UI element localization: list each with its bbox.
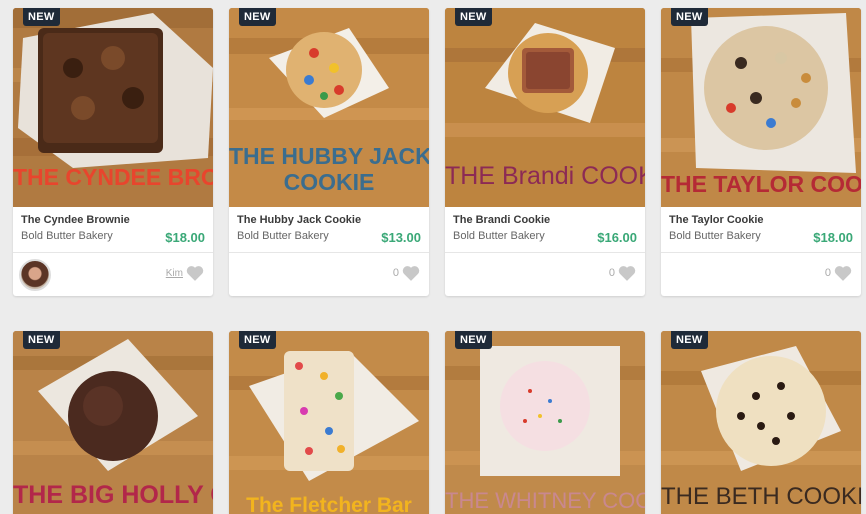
avatar[interactable] <box>19 259 51 291</box>
heart-icon[interactable] <box>834 265 852 281</box>
image-caption: THE Brandi COOKIE <box>445 162 645 190</box>
heart-icon[interactable] <box>186 265 204 281</box>
shop-name[interactable]: Bold Butter Bakery <box>453 230 545 242</box>
product-image[interactable]: THE BIG HOLLY COOKIE NEW <box>13 331 213 514</box>
product-price: $18.00 <box>813 230 853 245</box>
product-image[interactable]: THE CYNDEE BROWNIE NEW <box>13 8 213 207</box>
product-image[interactable]: THE TAYLOR COOKIE NEW <box>661 8 861 207</box>
product-card[interactable]: THE CYNDEE BROWNIE NEW The Cyndee Browni… <box>13 8 213 296</box>
product-price: $13.00 <box>381 230 421 245</box>
product-image[interactable]: THE BETH COOKIE NEW <box>661 331 861 514</box>
product-name[interactable]: The Brandi Cookie <box>453 214 550 226</box>
shop-name[interactable]: Bold Butter Bakery <box>237 230 329 242</box>
product-card[interactable]: THE WHITNEY COOKIE NEW <box>445 331 645 514</box>
product-card[interactable]: The Fletcher Bar NEW <box>229 331 429 514</box>
shop-name[interactable]: Bold Butter Bakery <box>669 230 761 242</box>
heart-icon[interactable] <box>402 265 420 281</box>
product-image[interactable]: THE HUBBY JACK COOKIE NEW <box>229 8 429 207</box>
product-info: The Hubby Jack Cookie Bold Butter Bakery… <box>229 207 429 253</box>
product-price: $16.00 <box>597 230 637 245</box>
favorited-by-link[interactable]: Kim <box>166 268 183 279</box>
new-badge: NEW <box>239 8 276 26</box>
product-card[interactable]: THE TAYLOR COOKIE NEW The Taylor Cookie … <box>661 8 861 296</box>
image-caption: THE CYNDEE BROWNIE <box>13 164 213 190</box>
favorite-count: 0 <box>392 267 399 279</box>
product-info: The Taylor Cookie Bold Butter Bakery $18… <box>661 207 861 253</box>
product-price: $18.00 <box>165 230 205 245</box>
new-badge: NEW <box>671 331 708 349</box>
card-footer: 0 <box>445 253 645 295</box>
card-footer: 0 <box>661 253 861 295</box>
image-caption: THE WHITNEY COOKIE <box>445 488 645 513</box>
image-caption: The Fletcher Bar <box>246 494 412 514</box>
card-footer: Kim <box>13 253 213 295</box>
new-badge: NEW <box>671 8 708 26</box>
product-info: The Cyndee Brownie Bold Butter Bakery $1… <box>13 207 213 253</box>
shop-name[interactable]: Bold Butter Bakery <box>21 230 113 242</box>
product-info: The Brandi Cookie Bold Butter Bakery $16… <box>445 207 645 253</box>
product-image[interactable]: THE WHITNEY COOKIE NEW <box>445 331 645 514</box>
product-image[interactable]: The Fletcher Bar NEW <box>229 331 429 514</box>
new-badge: NEW <box>23 8 60 26</box>
product-image[interactable]: THE Brandi COOKIE NEW <box>445 8 645 207</box>
new-badge: NEW <box>455 8 492 26</box>
product-card[interactable]: THE BETH COOKIE NEW <box>661 331 861 514</box>
favorite-count: 0 <box>608 267 615 279</box>
image-caption: THE HUBBY JACK COOKIE <box>229 143 429 195</box>
favorite-count: 0 <box>824 267 831 279</box>
new-badge: NEW <box>239 331 276 349</box>
new-badge: NEW <box>23 331 60 349</box>
product-name[interactable]: The Hubby Jack Cookie <box>237 214 361 226</box>
image-caption: THE BETH COOKIE <box>661 483 861 510</box>
product-card[interactable]: THE BIG HOLLY COOKIE NEW <box>13 331 213 514</box>
product-name[interactable]: The Taylor Cookie <box>669 214 764 226</box>
product-name[interactable]: The Cyndee Brownie <box>21 214 130 226</box>
card-footer: 0 <box>229 253 429 295</box>
new-badge: NEW <box>455 331 492 349</box>
product-card[interactable]: THE Brandi COOKIE NEW The Brandi Cookie … <box>445 8 645 296</box>
product-card[interactable]: THE HUBBY JACK COOKIE NEW The Hubby Jack… <box>229 8 429 296</box>
image-caption: THE BIG HOLLY COOKIE <box>13 481 213 509</box>
product-grid: THE CYNDEE BROWNIE NEW The Cyndee Browni… <box>0 0 866 514</box>
image-caption: THE TAYLOR COOKIE <box>661 171 861 197</box>
heart-icon[interactable] <box>618 265 636 281</box>
